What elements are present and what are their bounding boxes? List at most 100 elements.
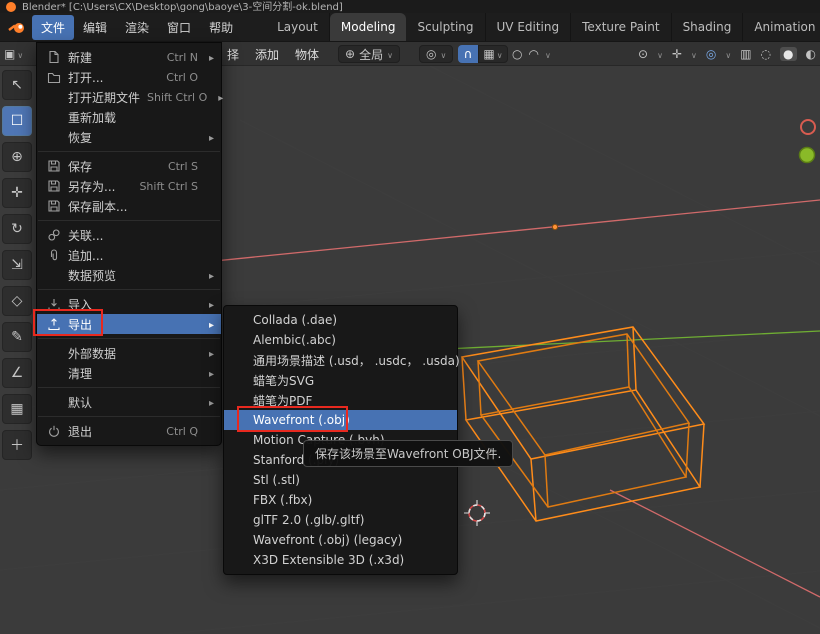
submenu-arrow-icon (205, 297, 214, 311)
select-menu[interactable]: 择 (220, 46, 246, 63)
submenu-arrow-icon (205, 268, 214, 282)
transform-tool[interactable]: ◇ (2, 286, 32, 316)
nav-gizmo-x-ball[interactable] (801, 120, 815, 134)
export-item-collada[interactable]: Collada (.dae) (224, 310, 457, 330)
export-item-wavefront-obj[interactable]: Wavefront (.obj) (224, 410, 457, 430)
chevron-down-icon (387, 47, 393, 61)
export-icon (46, 317, 61, 331)
workspace-tab-animation[interactable]: Animation (743, 13, 820, 41)
export-item-stl[interactable]: Stl (.stl) (224, 470, 457, 490)
file-menu-item-save[interactable]: 保存 Ctrl S (37, 156, 221, 176)
add-cube-tool[interactable]: ▦ (2, 394, 32, 424)
chevron-down-icon (725, 47, 731, 61)
pivot-icon: ◎ (426, 48, 436, 60)
editor-type-button[interactable]: ▣ (4, 42, 23, 66)
header-menus: 择 添加 物体 (220, 42, 326, 66)
select-box-tool[interactable]: ☐ (2, 106, 32, 136)
file-menu-item-new[interactable]: 新建 Ctrl N (37, 47, 221, 67)
tweak-tool[interactable]: ↖ (2, 70, 32, 100)
chevron-down-icon (17, 47, 23, 61)
submenu-arrow-icon (214, 90, 223, 104)
add-menu[interactable]: 添加 (248, 46, 286, 63)
file-menu-item-quit[interactable]: 退出 Ctrl Q (37, 421, 221, 441)
submenu-arrow-icon (205, 317, 214, 331)
menu-help[interactable]: 帮助 (200, 15, 242, 40)
file-menu-item-export[interactable]: 导出 (37, 314, 221, 334)
export-item-x3d[interactable]: X3D Extensible 3D (.x3d) (224, 550, 457, 570)
add-cube-icon: ▦ (10, 401, 23, 417)
menu-separator (38, 289, 220, 290)
file-menu-item-link[interactable]: 关联... (37, 225, 221, 245)
file-menu-item-save-copy[interactable]: 保存副本... (37, 196, 221, 216)
blender-logo-icon (6, 2, 16, 12)
file-menu-item-external-data[interactable]: 外部数据 (37, 343, 221, 363)
export-item-usd[interactable]: 通用场景描述 (.usd， .usdc， .usda) (224, 350, 457, 370)
transform-icon: ◇ (12, 293, 23, 309)
workspace-tab-sculpting[interactable]: Sculpting (406, 13, 485, 41)
cursor-tool[interactable]: ⊕ (2, 142, 32, 172)
export-item-alembic[interactable]: Alembic(.abc) (224, 330, 457, 350)
scale-icon: ⇲ (11, 257, 23, 273)
submenu-arrow-icon (205, 395, 214, 409)
menu-window[interactable]: 窗口 (158, 15, 200, 40)
visibility-icon[interactable]: ⊙ (638, 48, 648, 60)
workspace-tab-uv-editing[interactable]: UV Editing (486, 13, 572, 41)
scale-tool[interactable]: ⇲ (2, 250, 32, 280)
selected-wireframe-object[interactable] (462, 327, 704, 521)
export-item-grease-pencil-pdf[interactable]: 蜡笔为PDF (224, 390, 457, 410)
blender-window: ↖ ☐ ⊕ ✛ ↻ ⇲ ◇ ✎ ∠ ▦ ＋ Blender* [C:\Users… (0, 0, 820, 634)
proportional-edit-icon[interactable]: ○ (512, 48, 522, 60)
file-menu-item-revert[interactable]: 重新加载 (37, 107, 221, 127)
menu-separator (38, 338, 220, 339)
file-menu-item-cleanup[interactable]: 清理 (37, 363, 221, 383)
file-menu-item-open[interactable]: 打开... Ctrl O (37, 67, 221, 87)
workspace-tab-layout[interactable]: Layout (266, 13, 330, 41)
gizmo-icon[interactable]: ✛ (672, 48, 682, 60)
file-menu-item-data-previews[interactable]: 数据预览 (37, 265, 221, 285)
snapping-group: ∩ ▦ (458, 42, 508, 66)
menu-render[interactable]: 渲染 (116, 15, 158, 40)
window-title: Blender* [C:\Users\CX\Desktop\gong\baoye… (22, 0, 343, 13)
overlays-icon[interactable]: ◎ (706, 48, 716, 60)
file-menu-item-import[interactable]: 导入 (37, 294, 221, 314)
snap-toggle[interactable]: ∩ (458, 45, 478, 63)
save-as-icon (46, 179, 61, 193)
extra-tool[interactable]: ＋ (2, 430, 32, 460)
xray-icon[interactable]: ▥ (740, 48, 751, 60)
3d-cursor[interactable] (464, 500, 490, 526)
object-menu[interactable]: 物体 (288, 46, 326, 63)
export-item-wavefront-legacy[interactable]: Wavefront (.obj) (legacy) (224, 530, 457, 550)
shading-wireframe-icon[interactable]: ◌ (761, 48, 771, 60)
file-menu-item-append[interactable]: 追加... (37, 245, 221, 265)
globe-icon: ⊕ (345, 48, 355, 60)
shading-material-icon[interactable]: ◐ (806, 48, 816, 60)
menu-edit[interactable]: 编辑 (74, 15, 116, 40)
measure-tool[interactable]: ∠ (2, 358, 32, 388)
orientation-value: 全局 (359, 46, 383, 63)
export-item-grease-pencil-svg[interactable]: 蜡笔为SVG (224, 370, 457, 390)
file-menu-item-recover[interactable]: 恢复 (37, 127, 221, 147)
workspace-tab-shading[interactable]: Shading (672, 13, 744, 41)
nav-gizmo-y-ball[interactable] (800, 148, 815, 163)
export-item-gltf[interactable]: glTF 2.0 (.glb/.gltf) (224, 510, 457, 530)
snap-with-dropdown[interactable]: ▦ (478, 45, 508, 63)
rotate-icon: ↻ (11, 221, 23, 237)
transform-orientation-dropdown[interactable]: ⊕ 全局 (338, 42, 400, 66)
move-tool[interactable]: ✛ (2, 178, 32, 208)
shading-solid-icon[interactable]: ● (780, 47, 796, 61)
folder-icon (46, 70, 61, 84)
workspace-tab-texture-paint[interactable]: Texture Paint (571, 13, 671, 41)
menu-file[interactable]: 文件 (32, 15, 74, 40)
cursor-icon: ⊕ (11, 149, 23, 165)
annotate-tool[interactable]: ✎ (2, 322, 32, 352)
falloff-icon[interactable]: ◠ (528, 48, 538, 60)
file-menu-item-defaults[interactable]: 默认 (37, 392, 221, 412)
workspace-tab-modeling[interactable]: Modeling (330, 13, 407, 41)
rotate-tool[interactable]: ↻ (2, 214, 32, 244)
file-menu-item-open-recent[interactable]: 打开近期文件 Shift Ctrl O (37, 87, 221, 107)
pivot-point-dropdown[interactable]: ◎ (419, 42, 453, 66)
export-item-fbx[interactable]: FBX (.fbx) (224, 490, 457, 510)
blender-logo-icon[interactable] (8, 20, 26, 35)
file-menu-item-save-as[interactable]: 另存为... Shift Ctrl S (37, 176, 221, 196)
tweak-icon: ↖ (11, 77, 23, 93)
